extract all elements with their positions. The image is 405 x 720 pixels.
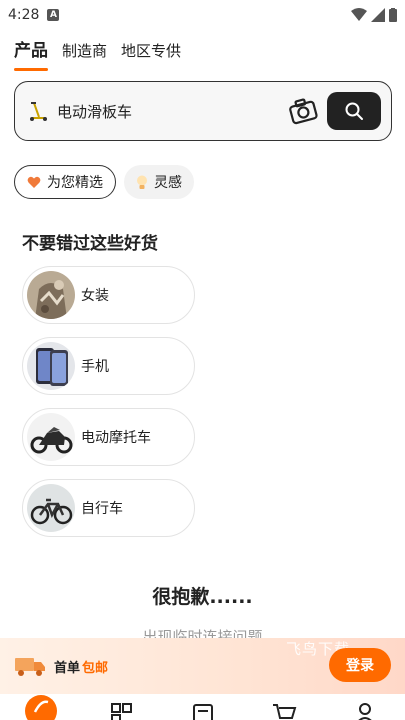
nav-cart[interactable] <box>264 694 304 720</box>
category-label: 女装 <box>81 288 109 304</box>
nav-orders[interactable] <box>183 694 223 720</box>
search-box[interactable]: 电动滑板车 <box>14 81 392 141</box>
scooter-icon <box>30 102 47 121</box>
promo-highlight: 包邮 <box>82 660 109 676</box>
status-time: 4:28 <box>8 7 40 23</box>
bulb-icon <box>136 175 148 190</box>
category-label: 手机 <box>81 359 109 375</box>
nav-home[interactable] <box>21 694 61 720</box>
profile-icon <box>357 703 372 720</box>
orders-icon <box>192 704 213 720</box>
categories-icon <box>110 703 132 720</box>
promo-text-main: 首单 <box>54 660 81 676</box>
home-icon <box>24 695 57 720</box>
nav-profile[interactable] <box>345 694 385 720</box>
section-title: 不要错过这些好货 <box>22 234 158 254</box>
category-thumbnail <box>27 484 75 532</box>
top-tabs: 产品 制造商 地区专供 <box>14 36 181 71</box>
error-title: 很抱歉...... <box>152 586 253 608</box>
category-electric-motorcycles[interactable]: 电动摩托车 <box>22 408 195 466</box>
battery-icon <box>389 8 397 22</box>
notification-badge: A <box>47 9 60 21</box>
status-bar: 4:28 A <box>0 0 405 30</box>
search-icon <box>345 102 363 120</box>
status-icons <box>351 8 397 22</box>
promo-banner[interactable]: 首单 包邮 飞鸟下载 登录 <box>0 638 405 694</box>
camera-icon[interactable] <box>287 95 319 127</box>
chip-label: 灵感 <box>154 175 182 191</box>
nav-categories[interactable] <box>102 694 142 720</box>
category-list: 女装 手机 电动摩托车 自行车 <box>22 266 195 550</box>
tab-products[interactable]: 产品 <box>14 36 48 71</box>
filter-chips: 为您精选 灵感 <box>14 165 194 199</box>
chip-label: 为您精选 <box>47 175 103 191</box>
category-label: 电动摩托车 <box>81 430 151 446</box>
search-button[interactable] <box>327 92 381 130</box>
chip-inspiration[interactable]: 灵感 <box>124 165 194 199</box>
cart-icon <box>272 704 296 719</box>
delivery-truck-icon <box>15 658 45 676</box>
tab-manufacturers[interactable]: 制造商 <box>62 40 107 71</box>
signal-icon <box>371 8 385 22</box>
promo-text: 首单 包邮 <box>54 657 108 676</box>
category-label: 自行车 <box>81 501 123 517</box>
chip-for-you[interactable]: 为您精选 <box>14 165 116 199</box>
category-thumbnail <box>27 342 75 390</box>
search-query[interactable]: 电动滑板车 <box>57 101 287 122</box>
category-bicycles[interactable]: 自行车 <box>22 479 195 537</box>
tab-regional-supply[interactable]: 地区专供 <box>121 40 181 71</box>
category-thumbnail <box>27 271 75 319</box>
category-thumbnail <box>27 413 75 461</box>
category-phones[interactable]: 手机 <box>22 337 195 395</box>
login-button[interactable]: 登录 <box>329 648 391 682</box>
bottom-nav <box>0 694 405 720</box>
category-womens-clothing[interactable]: 女装 <box>22 266 195 324</box>
wifi-icon <box>351 8 367 21</box>
heart-icon <box>27 176 41 189</box>
